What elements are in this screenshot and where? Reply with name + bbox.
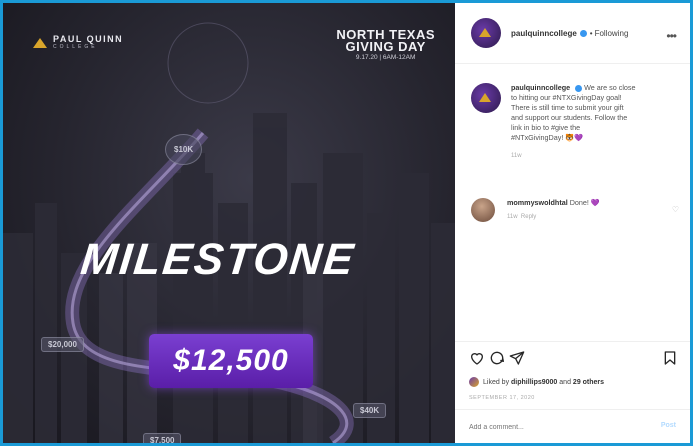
header-separator: • <box>589 28 593 38</box>
commenter-username[interactable]: mommyswoldhtal <box>507 198 568 207</box>
milestone-headline: MILESTONE <box>78 235 358 284</box>
likes-suffix: and <box>559 378 571 386</box>
more-horizontal-icon[interactable]: ••• <box>666 29 677 43</box>
liker-username[interactable]: diphillips9000 <box>511 379 557 386</box>
event-logo: NORTH TEXAS GIVING DAY 9.17.20 | 6AM-12A… <box>336 28 435 62</box>
avatar[interactable] <box>471 83 501 113</box>
following-button[interactable]: Following <box>595 29 629 38</box>
event-title-line2: GIVING DAY <box>345 39 426 54</box>
likes-summary: Liked by diphillips9000 and 29 others <box>469 377 604 387</box>
event-date: 9.17.20 | 6AM-12AM <box>355 54 416 61</box>
comment-icon[interactable] <box>489 350 505 366</box>
caption-line: We are so close <box>584 83 636 92</box>
caption-line: and support our students. Follow the <box>511 113 628 122</box>
comment-text: mommyswoldhtal Done! 💜 11w Reply <box>507 198 657 222</box>
verified-badge-icon <box>575 84 583 92</box>
comment-meta: 11w Reply <box>507 212 657 222</box>
likes-others-link[interactable]: 29 others <box>573 379 604 386</box>
caption-timestamp: 11w <box>511 153 522 159</box>
milestone-tag: $40K <box>353 403 387 418</box>
reply-button[interactable]: Reply <box>521 214 536 220</box>
commenter-avatar[interactable] <box>471 198 495 222</box>
instagram-post-modal: PAUL QUINN COLLEGE NORTH TEXAS GIVING DA… <box>3 3 690 443</box>
post-header: paulquinncollege • Following ••• <box>455 3 690 64</box>
post-date: SEPTEMBER 17, 2020 <box>469 395 535 401</box>
caption-line: to hitting our #NTXGivingDay goal! <box>511 93 622 102</box>
liker-avatar[interactable] <box>469 377 479 387</box>
comment-content: Done! 💜 <box>569 198 600 207</box>
username-link[interactable]: paulquinncollege <box>511 29 587 38</box>
post-caption: paulquinncollege We are so close to hitt… <box>471 83 676 161</box>
milestone-tag: $10K <box>165 134 203 165</box>
logo-icon <box>33 37 47 48</box>
comment-timestamp: 11w <box>507 214 518 220</box>
post-comment-button[interactable]: Post <box>661 422 676 429</box>
comment-input[interactable] <box>469 420 629 434</box>
verified-badge-icon <box>579 29 587 37</box>
likes-prefix: Liked by <box>483 378 510 386</box>
caption-text: paulquinncollege We are so close to hitt… <box>511 83 636 161</box>
caption-line: There is still time to submit your gift <box>511 103 624 112</box>
post-side-panel: paulquinncollege • Following ••• paulqui… <box>455 3 690 443</box>
paul-quinn-college-logo: PAUL QUINN COLLEGE <box>33 35 123 50</box>
caption-line: link in bio to #give the <box>511 123 581 132</box>
logo-name: PAUL QUINN <box>53 34 124 44</box>
comment-like-heart-icon[interactable]: ♡ <box>672 205 679 214</box>
heart-icon[interactable] <box>469 350 485 366</box>
milestone-tag: $7,500 <box>143 433 182 443</box>
bookmark-icon[interactable] <box>662 350 678 366</box>
avatar[interactable] <box>471 18 501 48</box>
total-amount-box: $12,500 <box>149 334 313 388</box>
share-paper-plane-icon[interactable] <box>509 350 525 366</box>
caption-line: #NTxGivingDay! 🐯💜 <box>511 133 584 142</box>
comment-item: mommyswoldhtal Done! 💜 11w Reply ♡ <box>471 198 681 222</box>
post-image: PAUL QUINN COLLEGE NORTH TEXAS GIVING DA… <box>3 3 455 443</box>
milestone-tag: $20,000 <box>41 337 84 352</box>
post-actions <box>455 341 690 382</box>
caption-username[interactable]: paulquinncollege <box>511 83 570 92</box>
total-amount: $12,500 <box>173 344 289 377</box>
add-comment-bar: Post <box>455 409 690 443</box>
logo-sub: COLLEGE <box>53 44 98 50</box>
